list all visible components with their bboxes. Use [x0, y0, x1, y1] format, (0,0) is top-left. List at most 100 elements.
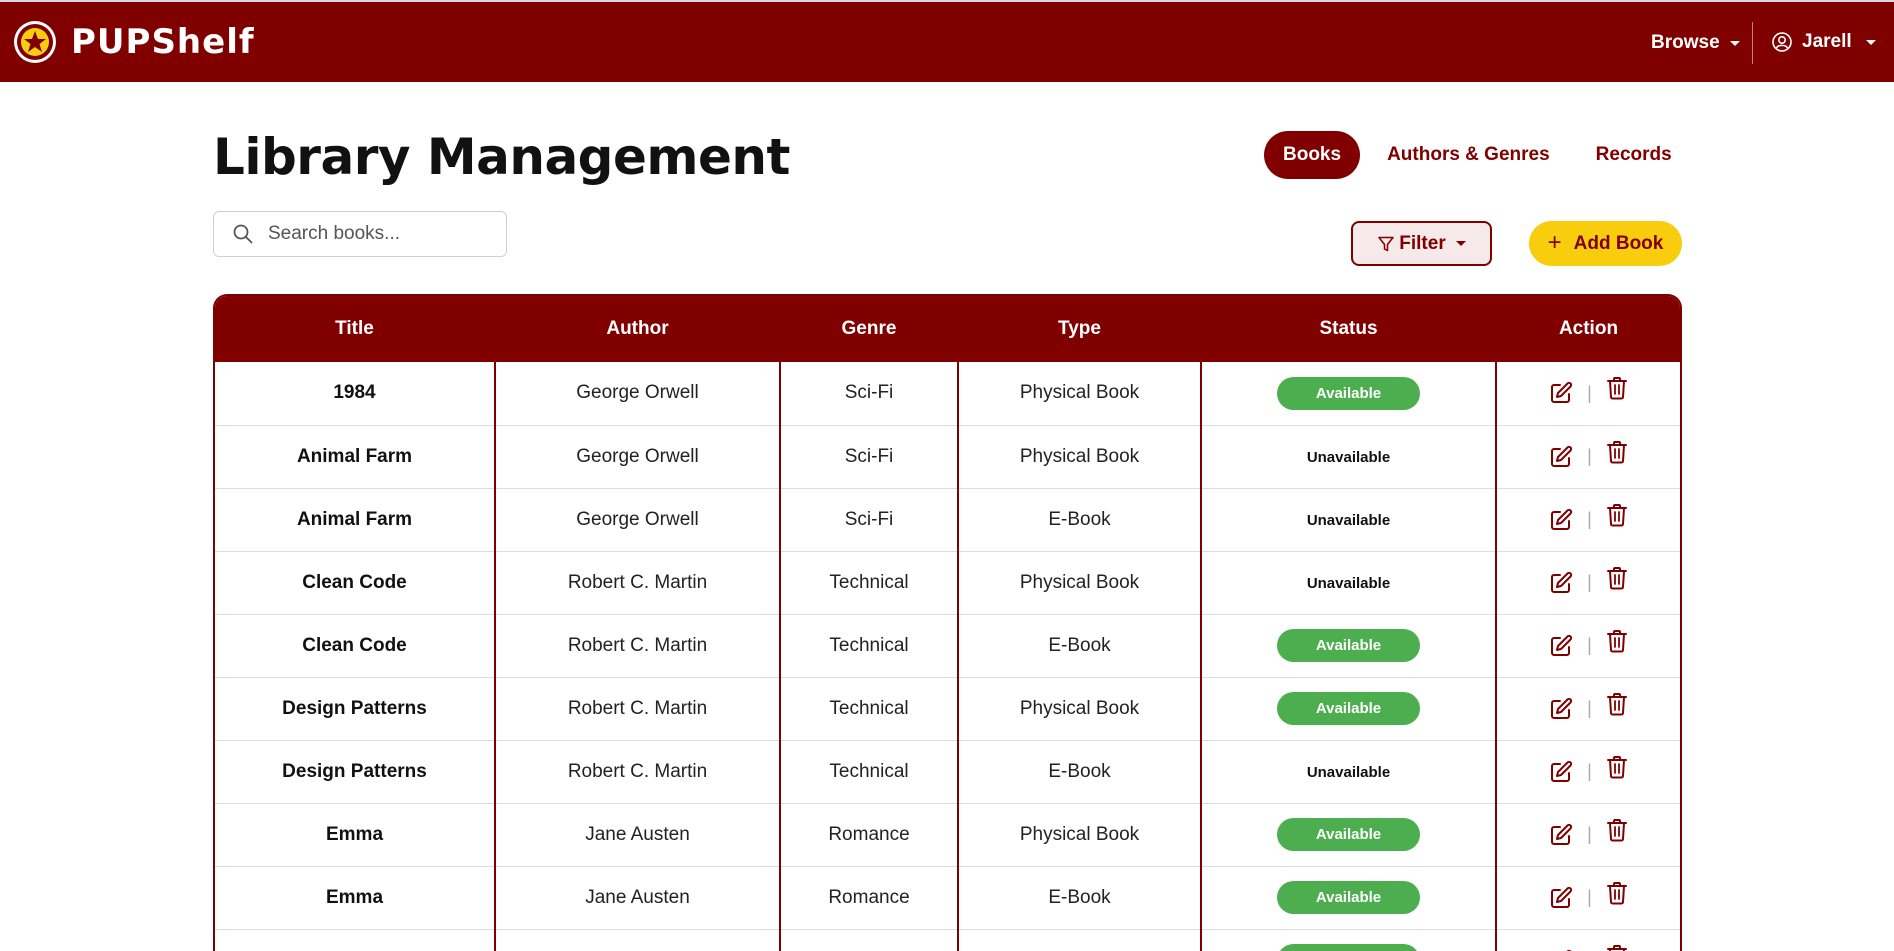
table-row: Emma Jane Austen Romance E-Book Available |: [215, 866, 1680, 930]
edit-icon[interactable]: [1549, 823, 1573, 847]
column-header-title[interactable]: Title: [215, 296, 495, 362]
action-separator: |: [1587, 698, 1592, 718]
column-header-genre[interactable]: Genre: [779, 296, 958, 362]
cell-genre: Technical: [779, 614, 958, 678]
brand-name: PUPShelf: [71, 22, 255, 62]
tab-records[interactable]: Records: [1577, 131, 1691, 179]
cell-status: Unavailable: [1200, 740, 1496, 804]
cell-title: [215, 929, 495, 951]
user-name: Jarell: [1802, 31, 1852, 52]
cell-action: |: [1495, 362, 1680, 426]
cell-status: Available: [1200, 803, 1496, 867]
cell-genre: [779, 929, 958, 951]
nav-divider: [1752, 22, 1753, 64]
edit-icon[interactable]: [1549, 886, 1573, 910]
table-row: Animal Farm George Orwell Sci-Fi Physical B…: [215, 425, 1680, 489]
trash-icon[interactable]: [1606, 629, 1628, 653]
action-separator: |: [1587, 887, 1592, 907]
status-badge: Unavailable: [1306, 763, 1391, 781]
cell-type: Physical Book: [957, 425, 1201, 489]
cell-action: |: [1495, 614, 1680, 678]
search-input[interactable]: [268, 223, 488, 245]
edit-icon[interactable]: [1549, 697, 1573, 721]
cell-status: Unavailable: [1200, 551, 1496, 615]
tab-bar: Books Authors & Genres Records: [1264, 131, 1691, 179]
cell-action: |: [1495, 740, 1680, 804]
column-header-type[interactable]: Type: [957, 296, 1201, 362]
action-separator: |: [1587, 382, 1592, 403]
cell-status: Unavailable: [1200, 425, 1496, 489]
status-badge: Unavailable: [1306, 511, 1391, 529]
books-table-container: Title Author Genre Type Status Action 19…: [213, 294, 1682, 951]
column-header-status[interactable]: Status: [1200, 296, 1496, 362]
edit-icon[interactable]: [1549, 445, 1573, 469]
edit-icon[interactable]: [1549, 760, 1573, 784]
search-icon: [233, 224, 253, 244]
cell-status: Available: [1200, 614, 1496, 678]
trash-icon[interactable]: [1606, 944, 1628, 951]
trash-icon[interactable]: [1606, 755, 1628, 779]
status-badge: Available: [1277, 818, 1420, 851]
action-separator: |: [1587, 824, 1592, 844]
cell-title: 1984: [215, 362, 495, 426]
status-badge: Available: [1277, 692, 1420, 725]
cell-author: George Orwell: [494, 488, 780, 552]
cell-status: Available: [1200, 929, 1496, 951]
cell-type: E-Book: [957, 740, 1201, 804]
user-menu[interactable]: Jarell: [1772, 31, 1876, 53]
cell-genre: Romance: [779, 803, 958, 867]
page-title: Library Management: [213, 128, 790, 186]
cell-type: E-Book: [957, 614, 1201, 678]
top-navbar: PUPShelf Browse Jarell: [0, 0, 1894, 82]
action-separator: |: [1587, 572, 1592, 592]
brand[interactable]: PUPShelf: [13, 19, 255, 65]
table-row: Animal Farm George Orwell Sci-Fi E-Book Unav…: [215, 488, 1680, 552]
table-row: 1984 George Orwell Sci-Fi Physical Book Avai…: [215, 362, 1680, 426]
trash-icon[interactable]: [1606, 692, 1628, 716]
cell-type: Physical Book: [957, 362, 1201, 426]
cell-title: Emma: [215, 803, 495, 867]
action-separator: |: [1587, 509, 1592, 529]
cell-action: |: [1495, 677, 1680, 741]
cell-status: Unavailable: [1200, 488, 1496, 552]
cell-status: Available: [1200, 866, 1496, 930]
trash-icon[interactable]: [1606, 376, 1628, 400]
cell-type: Physical Book: [957, 551, 1201, 615]
column-header-author[interactable]: Author: [494, 296, 780, 362]
cell-type: Physical Book: [957, 677, 1201, 741]
cell-type: [957, 929, 1201, 951]
table-row: Available |: [215, 929, 1680, 951]
cell-genre: Sci-Fi: [779, 488, 958, 552]
status-badge: Unavailable: [1306, 448, 1391, 466]
action-separator: |: [1587, 635, 1592, 655]
cell-author: Robert C. Martin: [494, 551, 780, 615]
table-row: Clean Code Robert C. Martin Technical E-Boo…: [215, 614, 1680, 678]
browse-dropdown[interactable]: Browse: [1651, 32, 1740, 54]
status-badge: Available: [1277, 881, 1420, 914]
cell-type: E-Book: [957, 488, 1201, 552]
trash-icon[interactable]: [1606, 818, 1628, 842]
edit-icon[interactable]: [1549, 634, 1573, 658]
cell-genre: Technical: [779, 551, 958, 615]
status-badge: Available: [1277, 376, 1420, 410]
status-badge: Unavailable: [1306, 574, 1391, 592]
tab-books[interactable]: Books: [1264, 131, 1361, 179]
table-row: Clean Code Robert C. Martin Technical Physi…: [215, 551, 1680, 615]
filter-button[interactable]: Filter: [1351, 221, 1492, 266]
trash-icon[interactable]: [1606, 440, 1628, 464]
trash-icon[interactable]: [1606, 566, 1628, 590]
tab-authors-genres[interactable]: Authors & Genres: [1368, 131, 1569, 179]
add-book-button[interactable]: + Add Book: [1529, 221, 1682, 266]
edit-icon[interactable]: [1549, 381, 1573, 405]
trash-icon[interactable]: [1606, 881, 1628, 905]
chevron-down-icon: [1729, 40, 1740, 46]
edit-icon[interactable]: [1549, 571, 1573, 595]
edit-icon[interactable]: [1549, 508, 1573, 532]
cell-genre: Romance: [779, 866, 958, 930]
cell-author: [494, 929, 780, 951]
cell-action: |: [1495, 866, 1680, 930]
cell-title: Animal Farm: [215, 425, 495, 489]
add-book-label: Add Book: [1573, 232, 1664, 254]
trash-icon[interactable]: [1606, 503, 1628, 527]
cell-action: |: [1495, 425, 1680, 489]
